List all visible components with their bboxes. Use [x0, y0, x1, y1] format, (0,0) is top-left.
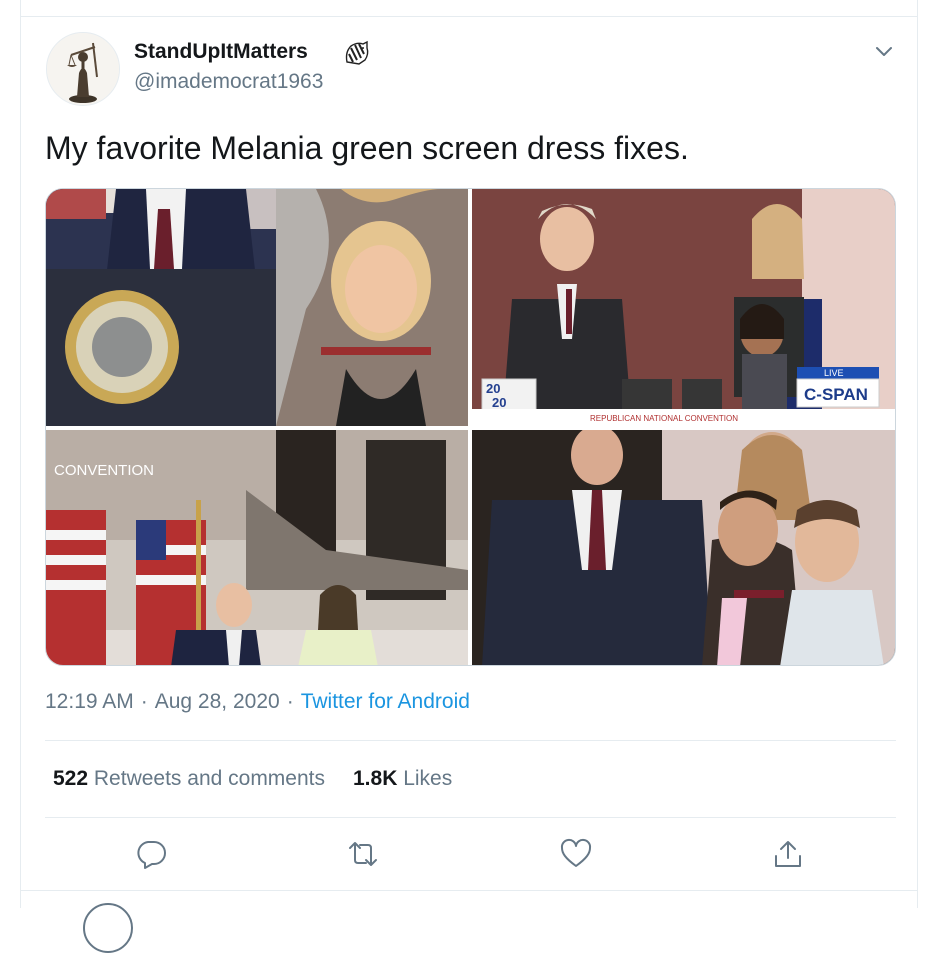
- reply-button[interactable]: [134, 838, 168, 870]
- tweet-text: My favorite Melania green screen dress f…: [45, 130, 689, 166]
- tweet-meta: 12:19 AM · Aug 28, 2020 · Twitter for Androi…: [45, 690, 470, 714]
- share-button[interactable]: [771, 838, 805, 870]
- divider: [21, 890, 917, 891]
- convention-overlay: CONVENTION: [54, 462, 154, 479]
- likes-stat[interactable]: 1.8K Likes: [353, 767, 452, 790]
- top-divider: [21, 16, 917, 17]
- next-tweet-avatar: [83, 903, 133, 953]
- like-button[interactable]: [559, 838, 593, 870]
- photo-2[interactable]: 20 20 LIVE C-SPAN REPUBLICAN NATIONAL CO…: [472, 189, 895, 426]
- photo-3[interactable]: CONVENTION: [46, 430, 468, 665]
- photo-4[interactable]: [472, 430, 895, 665]
- photo-1[interactable]: [46, 189, 468, 426]
- tweet-date[interactable]: Aug 28, 2020: [155, 690, 280, 713]
- heart-icon: [560, 838, 592, 867]
- reply-icon: [137, 841, 166, 869]
- retweets-stat[interactable]: 522 Retweets and comments: [53, 767, 325, 790]
- badge-2020-top: 20: [486, 381, 500, 396]
- divider: [45, 817, 896, 818]
- tweet-source-link[interactable]: Twitter for Android: [301, 690, 470, 713]
- retweet-icon: [349, 842, 377, 866]
- retweets-count: 522: [53, 767, 89, 790]
- tweet-card: StandUpItMatters @imademocrat1963 My fav…: [20, 0, 918, 953]
- tweet-time[interactable]: 12:19 AM: [45, 690, 134, 713]
- meta-separator-2: ·: [286, 690, 294, 713]
- live-badge: LIVE: [824, 368, 844, 378]
- user-handle[interactable]: @imademocrat1963: [134, 70, 323, 94]
- tweet-stats: 522 Retweets and comments 1.8K Likes: [53, 767, 452, 791]
- divider: [45, 740, 896, 741]
- badge-2020-bottom: 20: [492, 395, 506, 410]
- likes-label: Likes: [403, 767, 453, 790]
- likes-count: 1.8K: [353, 767, 398, 790]
- retweets-label: Retweets and comments: [93, 767, 325, 790]
- lady-justice-icon: [47, 33, 119, 105]
- avatar[interactable]: [46, 32, 120, 106]
- meta-separator: ·: [140, 690, 148, 713]
- chevron-down-icon[interactable]: [871, 40, 897, 62]
- retweet-button[interactable]: [346, 838, 380, 870]
- media-grid: 20 20 LIVE C-SPAN REPUBLICAN NATIONAL CO…: [45, 188, 896, 666]
- network-logo: C-SPAN: [804, 385, 868, 404]
- convention-banner: REPUBLICAN NATIONAL CONVENTION: [590, 414, 738, 423]
- user-display-name[interactable]: StandUpItMatters: [134, 40, 308, 64]
- share-icon: [775, 841, 801, 867]
- zebra-icon: [343, 40, 371, 66]
